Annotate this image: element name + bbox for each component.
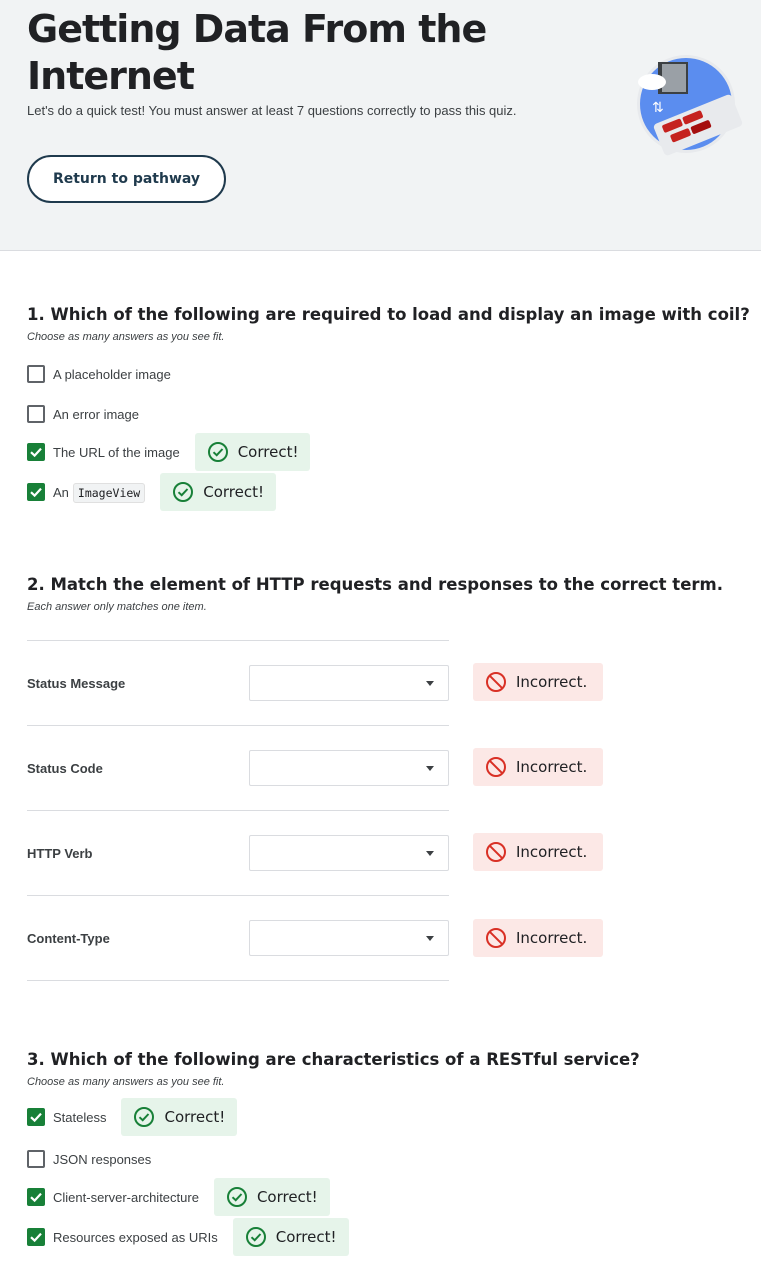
block-icon — [486, 842, 506, 862]
q3-option-client-server[interactable]: Client-server-architecture Correct! — [27, 1178, 330, 1216]
checkbox-unchecked[interactable] — [27, 1150, 45, 1168]
match-label-content-type: Content-Type — [27, 931, 110, 946]
checkmark-icon — [30, 487, 42, 498]
checkbox-checked[interactable] — [27, 483, 45, 501]
match-label-status-code: Status Code — [27, 761, 103, 776]
match-label-status-message: Status Message — [27, 676, 126, 691]
svg-text:⇅: ⇅ — [652, 100, 664, 116]
question-2-title: 2. Match the element of HTTP requests an… — [27, 575, 723, 594]
checkmark-icon — [30, 1192, 42, 1203]
question-3: 3. Which of the following are characteri… — [27, 1050, 640, 1088]
question-1: 1. Which of the following are required t… — [27, 305, 750, 343]
question-3-title: 3. Which of the following are characteri… — [27, 1050, 640, 1069]
option-label: JSON responses — [53, 1151, 152, 1167]
divider — [27, 725, 449, 726]
content-type-dropdown[interactable] — [249, 920, 449, 956]
correct-feedback-badge: Correct! — [232, 1218, 349, 1256]
incorrect-feedback-badge: Incorrect. — [473, 833, 603, 871]
checkmark-icon — [30, 447, 42, 458]
q3-option-json-responses[interactable]: JSON responses — [27, 1140, 151, 1178]
dropdown-arrow-icon — [426, 766, 434, 771]
option-label: An error image — [53, 406, 139, 422]
incorrect-feedback-badge: Incorrect. — [473, 748, 603, 786]
feedback-text: Correct! — [256, 1188, 318, 1206]
question-2-hint: Each answer only matches one item. — [27, 601, 207, 613]
feedback-text: Correct! — [164, 1108, 226, 1126]
q3-option-stateless[interactable]: Stateless Correct! — [27, 1098, 238, 1136]
option-label: An ImageView — [53, 482, 146, 503]
checkbox-checked[interactable] — [27, 1228, 45, 1246]
option-label: The URL of the image — [53, 444, 180, 460]
checkbox-checked[interactable] — [27, 1188, 45, 1206]
feedback-text: Incorrect. — [516, 929, 588, 947]
feedback-text: Incorrect. — [516, 843, 588, 861]
checkbox-unchecked[interactable] — [27, 405, 45, 423]
block-icon — [486, 757, 506, 777]
page-title: Getting Data From the Internet — [27, 7, 487, 98]
check-circle-icon — [207, 442, 228, 462]
check-circle-icon — [134, 1107, 155, 1127]
incorrect-feedback-badge: Incorrect. — [473, 663, 603, 701]
divider — [27, 980, 449, 981]
question-2: 2. Match the element of HTTP requests an… — [27, 575, 723, 613]
dropdown-arrow-icon — [426, 851, 434, 856]
feedback-text: Incorrect. — [516, 758, 588, 776]
option-label: Resources exposed as URIs — [53, 1229, 218, 1245]
internet-data-illustration: ⇅ — [637, 55, 743, 156]
block-icon — [486, 672, 506, 692]
q1-option-error-image[interactable]: An error image — [27, 395, 139, 433]
q3-option-resources-as-uris[interactable]: Resources exposed as URIs Correct! — [27, 1218, 349, 1256]
feedback-text: Correct! — [275, 1228, 337, 1246]
feedback-text: Correct! — [203, 483, 264, 501]
dropdown-arrow-icon — [426, 681, 434, 686]
check-circle-icon — [226, 1187, 247, 1207]
divider — [27, 640, 449, 641]
code-snippet: ImageView — [72, 482, 146, 503]
correct-feedback-badge: Correct! — [121, 1098, 238, 1136]
http-verb-dropdown[interactable] — [249, 835, 449, 871]
option-label-prefix: An — [53, 484, 69, 500]
divider — [27, 895, 449, 896]
checkmark-icon — [30, 1232, 42, 1243]
question-1-title: 1. Which of the following are required t… — [27, 305, 750, 324]
correct-feedback-badge: Correct! — [160, 473, 276, 511]
question-3-hint: Choose as many answers as you see fit. — [27, 1076, 225, 1088]
q1-option-placeholder-image[interactable]: A placeholder image — [27, 355, 171, 393]
option-label: Stateless — [53, 1109, 107, 1125]
dropdown-arrow-icon — [426, 936, 434, 941]
q1-option-imageview[interactable]: An ImageView Correct! — [27, 473, 276, 511]
quiz-instructions: Let's do a quick test! You must answer a… — [27, 103, 517, 118]
status-message-dropdown[interactable] — [249, 665, 449, 701]
check-circle-icon — [173, 482, 194, 502]
option-label: Client-server-architecture — [53, 1189, 199, 1205]
correct-feedback-badge: Correct! — [213, 1178, 330, 1216]
option-label: A placeholder image — [53, 366, 171, 382]
checkbox-checked[interactable] — [27, 443, 45, 461]
correct-feedback-badge: Correct! — [194, 433, 311, 471]
status-code-dropdown[interactable] — [249, 750, 449, 786]
checkbox-unchecked[interactable] — [27, 365, 45, 383]
match-label-http-verb: HTTP Verb — [27, 846, 93, 861]
feedback-text: Incorrect. — [516, 673, 588, 691]
question-1-hint: Choose as many answers as you see fit. — [27, 331, 225, 343]
feedback-text: Correct! — [237, 443, 299, 461]
incorrect-feedback-badge: Incorrect. — [473, 919, 603, 957]
divider — [27, 810, 449, 811]
checkbox-checked[interactable] — [27, 1108, 45, 1126]
q1-option-url-of-image[interactable]: The URL of the image Correct! — [27, 433, 311, 471]
return-to-pathway-button[interactable]: Return to pathway — [27, 155, 226, 203]
checkmark-icon — [30, 1112, 42, 1123]
quiz-header: Getting Data From the Internet Let's do … — [0, 0, 761, 251]
check-circle-icon — [245, 1227, 266, 1247]
block-icon — [486, 928, 506, 948]
